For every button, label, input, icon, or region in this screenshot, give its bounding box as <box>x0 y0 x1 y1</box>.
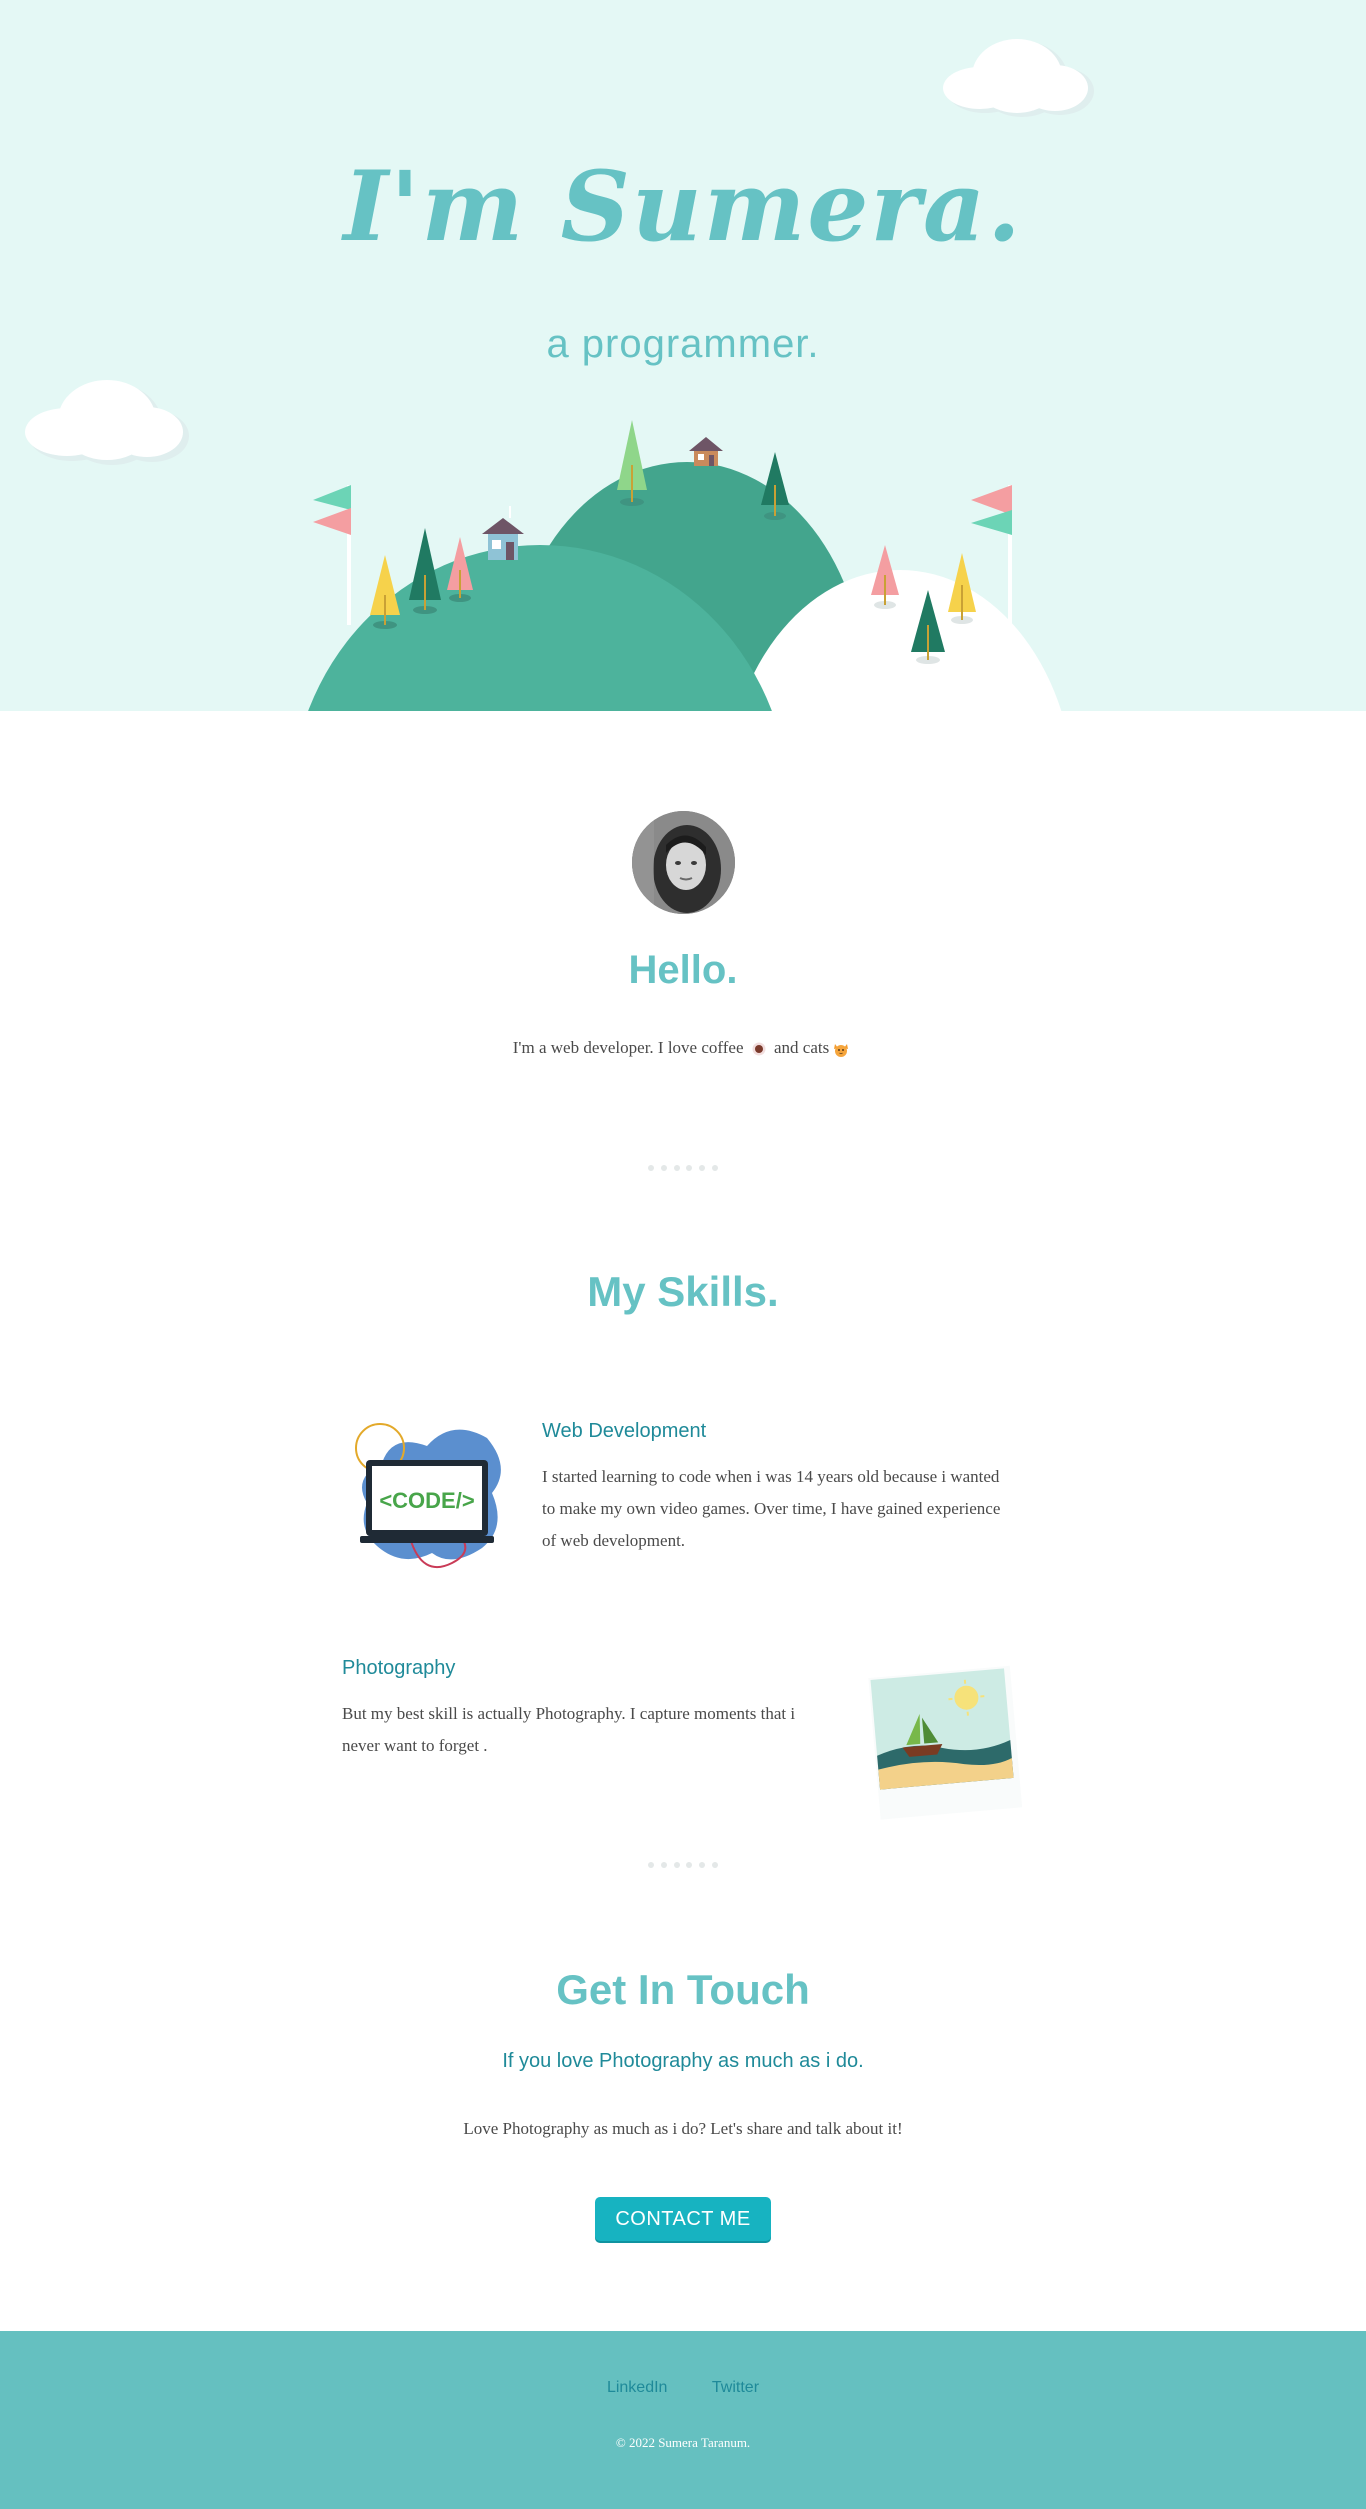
copyright-text: © 2022 Sumera Taranum. <box>615 2435 751 2450</box>
avatar <box>632 811 735 914</box>
skill-text-web-development: I started learning to code when i was 14… <box>542 1467 1001 1550</box>
linkedin-link[interactable]: LinkedIn <box>607 2379 668 2396</box>
contact-subtitle: If you love Photography as much as i do. <box>502 2050 864 2072</box>
contact-text: Love Photography as much as i do? Let's … <box>463 2119 903 2138</box>
footer: LinkedIn Twitter © 2022 Sumera Taranum. <box>0 2331 1366 2509</box>
skill-heading-photography: Photography <box>342 1657 456 1679</box>
footer-links: LinkedIn Twitter <box>0 2379 1366 2397</box>
twitter-link[interactable]: Twitter <box>712 2379 759 2396</box>
house-icon <box>482 506 524 560</box>
contact-title: Get In Touch <box>556 1966 810 2013</box>
code-label: <CODE/> <box>379 1488 474 1513</box>
hero-subtitle: a programmer. <box>546 322 820 366</box>
cloud-icon <box>25 380 189 465</box>
laptop-code-icon: <CODE/> <box>355 1423 501 1568</box>
cat-icon <box>834 1044 849 1058</box>
skills-title: My Skills. <box>587 1268 779 1315</box>
contact-me-button[interactable]: CONTACT ME <box>595 2197 771 2241</box>
section-divider <box>648 1862 718 1868</box>
intro-text-cats: and cats <box>774 1038 830 1057</box>
house-icon <box>689 437 723 466</box>
intro-text: I'm a web developer. I love coffee and c… <box>0 1038 1366 1058</box>
skill-text-photography: But my best skill is actually Photograph… <box>342 1704 796 1755</box>
section-divider <box>648 1165 718 1171</box>
avatar-photo <box>632 811 735 914</box>
hero-section: I'm Sumera. a programmer. <box>0 0 1366 711</box>
coffee-icon <box>752 1042 766 1056</box>
beach-photo-icon <box>868 1665 1022 1820</box>
intro-text-start: I'm a web developer. I love coffee <box>512 1038 744 1057</box>
greeting-heading: Hello. <box>628 948 738 992</box>
cloud-icon <box>943 39 1094 117</box>
flag-icon <box>313 485 351 625</box>
hero-title: I'm Sumera. <box>343 150 1023 263</box>
skill-heading-web-development: Web Development <box>542 1420 707 1442</box>
